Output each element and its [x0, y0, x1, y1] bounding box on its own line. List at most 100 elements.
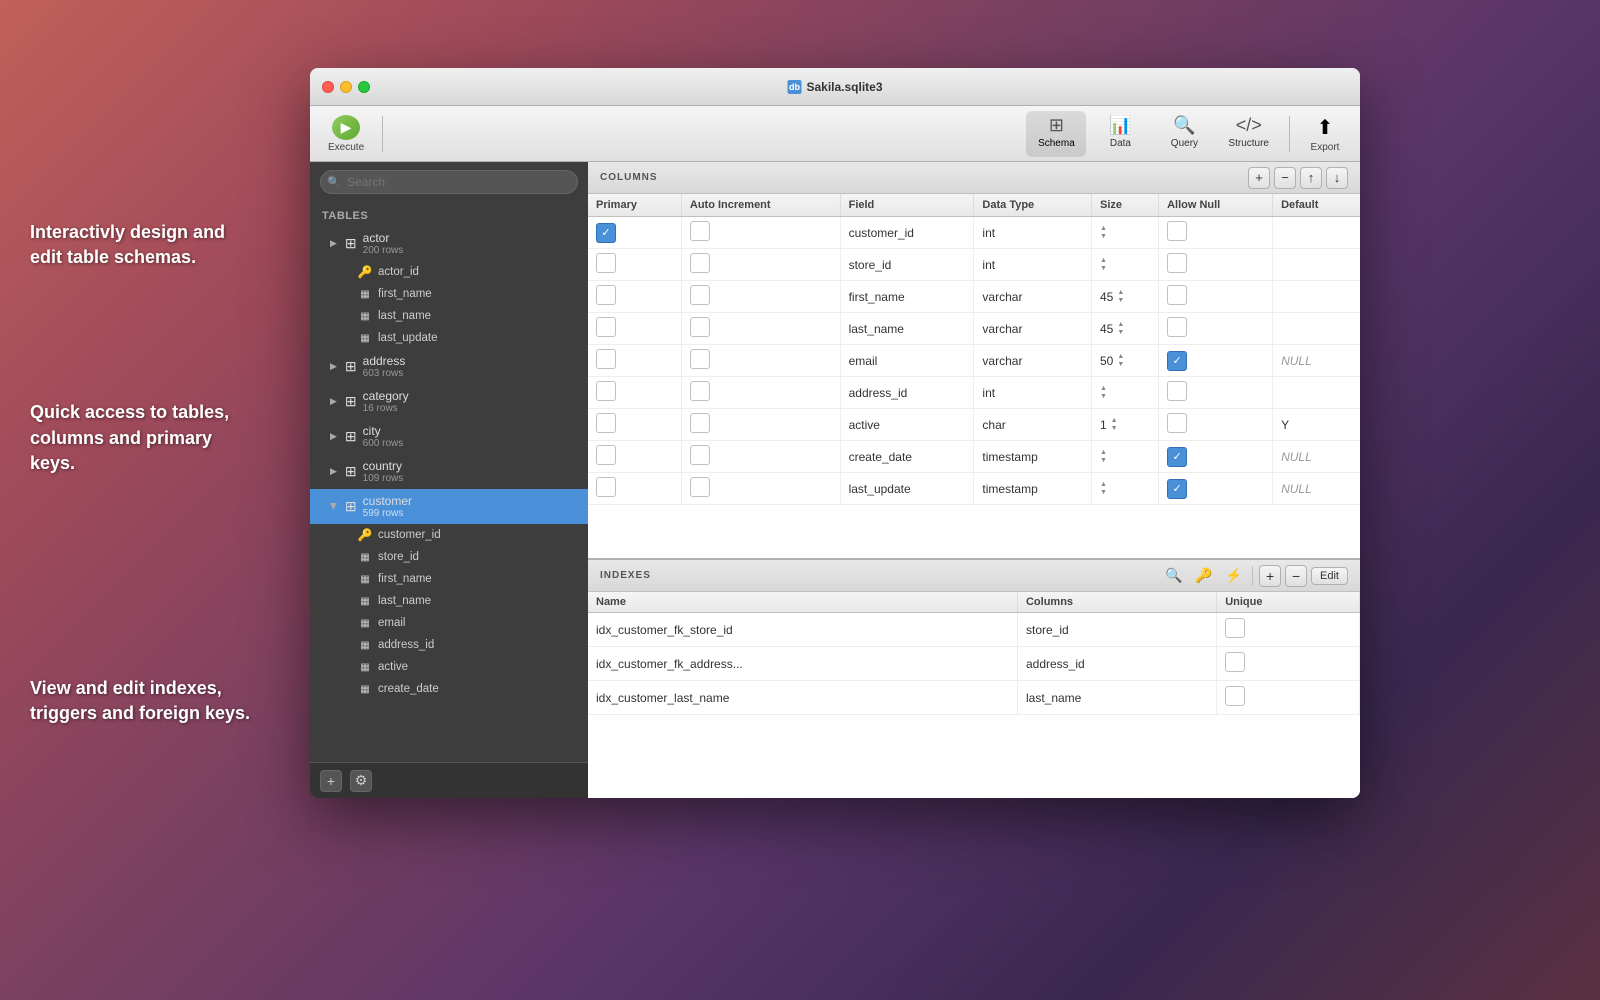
col-primary-5[interactable]: [588, 377, 681, 409]
index-row-0[interactable]: idx_customer_fk_store_idstore_id: [588, 613, 1360, 647]
col-primary-6[interactable]: [588, 409, 681, 441]
col-auto-inc-7[interactable]: [681, 441, 840, 473]
col-primary-2[interactable]: [588, 281, 681, 313]
columns-add-button[interactable]: +: [1248, 167, 1270, 189]
primary-checkbox-4[interactable]: [596, 349, 616, 369]
allownull-checkbox-0[interactable]: [1167, 221, 1187, 241]
size-stepper-6[interactable]: ▲▼: [1111, 417, 1118, 432]
idx-minus-button[interactable]: −: [1285, 565, 1307, 587]
sidebar-item-country[interactable]: ▶ ⊞ country 109 rows: [310, 454, 588, 489]
columns-down-button[interactable]: ↓: [1326, 167, 1348, 189]
unique-checkbox-1[interactable]: [1225, 652, 1245, 672]
sidebar-item-actor[interactable]: ▶ ⊞ actor 200 rows: [310, 226, 588, 261]
fullscreen-button[interactable]: [358, 81, 370, 93]
col-allownull-6[interactable]: [1159, 409, 1273, 441]
primary-checkbox-0[interactable]: [596, 223, 616, 243]
sidebar-item-category[interactable]: ▶ ⊞ category 16 rows: [310, 384, 588, 419]
col-size-3[interactable]: 45▲▼: [1091, 313, 1158, 345]
customer-column-address_id[interactable]: ▦ address_id: [310, 634, 588, 656]
minimize-button[interactable]: [340, 81, 352, 93]
col-allownull-7[interactable]: [1159, 441, 1273, 473]
col-size-1[interactable]: ▲▼: [1091, 249, 1158, 281]
size-stepper-1[interactable]: ▲▼: [1100, 257, 1150, 272]
col-primary-8[interactable]: [588, 473, 681, 505]
columns-row-4[interactable]: emailvarchar50▲▼NULL: [588, 345, 1360, 377]
auto-inc-checkbox-5[interactable]: [690, 381, 710, 401]
auto-inc-checkbox-4[interactable]: [690, 349, 710, 369]
size-stepper-7[interactable]: ▲▼: [1100, 449, 1150, 464]
col-allownull-5[interactable]: [1159, 377, 1273, 409]
auto-inc-checkbox-2[interactable]: [690, 285, 710, 305]
unique-checkbox-0[interactable]: [1225, 618, 1245, 638]
col-auto-inc-1[interactable]: [681, 249, 840, 281]
auto-inc-checkbox-8[interactable]: [690, 477, 710, 497]
col-allownull-2[interactable]: [1159, 281, 1273, 313]
customer-column-email[interactable]: ▦ email: [310, 612, 588, 634]
auto-inc-checkbox-3[interactable]: [690, 317, 710, 337]
gear-button[interactable]: ⚙: [350, 770, 372, 792]
columns-up-button[interactable]: ↑: [1300, 167, 1322, 189]
size-stepper-0[interactable]: ▲▼: [1100, 225, 1150, 240]
col-size-0[interactable]: ▲▼: [1091, 217, 1158, 249]
columns-row-5[interactable]: address_idint▲▼: [588, 377, 1360, 409]
columns-remove-button[interactable]: −: [1274, 167, 1296, 189]
customer-column-first_name[interactable]: ▦ first_name: [310, 568, 588, 590]
col-size-8[interactable]: ▲▼: [1091, 473, 1158, 505]
primary-checkbox-5[interactable]: [596, 381, 616, 401]
allownull-checkbox-2[interactable]: [1167, 285, 1187, 305]
idx-key-icon[interactable]: 🔑: [1192, 564, 1216, 588]
index-row-2[interactable]: idx_customer_last_namelast_name: [588, 681, 1360, 715]
columns-row-6[interactable]: activechar1▲▼Y: [588, 409, 1360, 441]
col-size-6[interactable]: 1▲▼: [1091, 409, 1158, 441]
col-allownull-8[interactable]: [1159, 473, 1273, 505]
columns-row-1[interactable]: store_idint▲▼: [588, 249, 1360, 281]
auto-inc-checkbox-7[interactable]: [690, 445, 710, 465]
sidebar-item-customer[interactable]: ▶ ⊞ customer 599 rows: [310, 489, 588, 524]
actor-column-actor_id[interactable]: 🔑 actor_id: [310, 261, 588, 283]
customer-column-store_id[interactable]: ▦ store_id: [310, 546, 588, 568]
idx-edit-button[interactable]: Edit: [1311, 567, 1348, 585]
size-stepper-3[interactable]: ▲▼: [1117, 321, 1124, 336]
columns-row-8[interactable]: last_updatetimestamp▲▼NULL: [588, 473, 1360, 505]
col-primary-0[interactable]: [588, 217, 681, 249]
col-allownull-4[interactable]: [1159, 345, 1273, 377]
col-auto-inc-2[interactable]: [681, 281, 840, 313]
primary-checkbox-8[interactable]: [596, 477, 616, 497]
customer-column-active[interactable]: ▦ active: [310, 656, 588, 678]
size-stepper-4[interactable]: ▲▼: [1117, 353, 1124, 368]
primary-checkbox-6[interactable]: [596, 413, 616, 433]
col-auto-inc-3[interactable]: [681, 313, 840, 345]
customer-column-create_date[interactable]: ▦ create_date: [310, 678, 588, 700]
actor-column-last_update[interactable]: ▦ last_update: [310, 327, 588, 349]
primary-checkbox-2[interactable]: [596, 285, 616, 305]
tab-schema[interactable]: ⊞ Schema: [1026, 111, 1086, 157]
unique-checkbox-2[interactable]: [1225, 686, 1245, 706]
actor-column-first_name[interactable]: ▦ first_name: [310, 283, 588, 305]
col-size-5[interactable]: ▲▼: [1091, 377, 1158, 409]
tab-structure[interactable]: </> Structure: [1218, 111, 1279, 157]
sidebar-item-city[interactable]: ▶ ⊞ city 600 rows: [310, 419, 588, 454]
col-auto-inc-5[interactable]: [681, 377, 840, 409]
idx-unique-1[interactable]: [1217, 647, 1360, 681]
col-auto-inc-0[interactable]: [681, 217, 840, 249]
col-auto-inc-6[interactable]: [681, 409, 840, 441]
auto-inc-checkbox-6[interactable]: [690, 413, 710, 433]
col-allownull-1[interactable]: [1159, 249, 1273, 281]
execute-button[interactable]: ▶ Execute: [320, 111, 372, 157]
col-allownull-3[interactable]: [1159, 313, 1273, 345]
col-size-4[interactable]: 50▲▼: [1091, 345, 1158, 377]
close-button[interactable]: [322, 81, 334, 93]
tab-data[interactable]: 📊 Data: [1090, 111, 1150, 157]
idx-add-button[interactable]: +: [1259, 565, 1281, 587]
col-primary-7[interactable]: [588, 441, 681, 473]
columns-row-3[interactable]: last_namevarchar45▲▼: [588, 313, 1360, 345]
allownull-checkbox-6[interactable]: [1167, 413, 1187, 433]
col-size-2[interactable]: 45▲▼: [1091, 281, 1158, 313]
idx-bolt-icon[interactable]: ⚡: [1222, 564, 1246, 588]
columns-row-7[interactable]: create_datetimestamp▲▼NULL: [588, 441, 1360, 473]
columns-row-0[interactable]: customer_idint▲▼: [588, 217, 1360, 249]
primary-checkbox-7[interactable]: [596, 445, 616, 465]
idx-unique-2[interactable]: [1217, 681, 1360, 715]
col-auto-inc-8[interactable]: [681, 473, 840, 505]
allownull-checkbox-3[interactable]: [1167, 317, 1187, 337]
